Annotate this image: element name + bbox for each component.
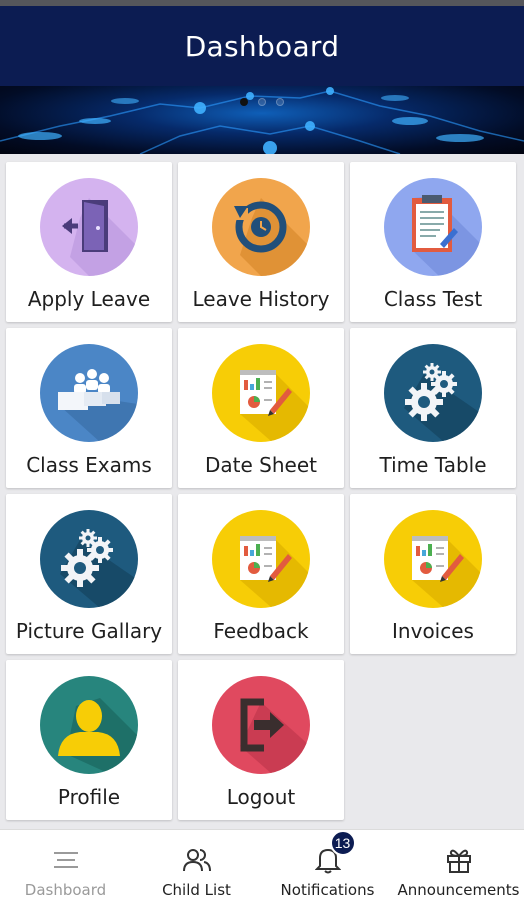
tile-label: Leave History (192, 287, 330, 311)
nav-label: Announcements (397, 881, 520, 899)
door-exit-icon (40, 178, 138, 276)
apply-leave-tile[interactable]: Apply Leave (6, 162, 172, 322)
carousel-dot[interactable] (240, 98, 248, 106)
class-exams-tile[interactable]: Class Exams (6, 328, 172, 488)
tile-label: Picture Gallary (15, 619, 163, 643)
logout-icon (212, 676, 310, 774)
banner-image (0, 87, 524, 154)
carousel-dot[interactable] (276, 98, 284, 106)
history-icon (212, 178, 310, 276)
nav-dashboard[interactable]: Dashboard (0, 830, 131, 900)
class-test-tile[interactable]: Class Test (350, 162, 516, 322)
carousel-dot[interactable] (258, 98, 266, 106)
report-icon (384, 510, 482, 608)
classroom-icon (40, 344, 138, 442)
picture-gallary-tile[interactable]: Picture Gallary (6, 494, 172, 654)
clipboard-icon (384, 178, 482, 276)
banner-carousel[interactable] (0, 86, 524, 154)
tile-label: Profile (57, 785, 121, 809)
time-table-tile[interactable]: Time Table (350, 328, 516, 488)
logout-tile[interactable]: Logout (178, 660, 344, 820)
gift-icon (445, 845, 473, 875)
page-title: Dashboard (184, 29, 340, 63)
report-icon (212, 510, 310, 608)
notification-badge: 13 (329, 830, 356, 856)
date-sheet-tile[interactable]: Date Sheet (178, 328, 344, 488)
carousel-indicators (240, 98, 284, 106)
tile-label: Invoices (392, 619, 474, 643)
profile-tile[interactable]: Profile (6, 660, 172, 820)
nav-notifications[interactable]: 13 Notifications (262, 830, 393, 900)
feedback-tile[interactable]: Feedback (178, 494, 344, 654)
tile-label: Class Exams (26, 453, 152, 477)
nav-child-list[interactable]: Child List (131, 830, 262, 900)
tile-label: Time Table (379, 453, 487, 477)
tile-label: Logout (226, 785, 296, 809)
app-bar: Dashboard (0, 6, 524, 86)
nav-label: Notifications (280, 881, 375, 899)
nav-announcements[interactable]: Announcements (393, 830, 524, 900)
leave-history-tile[interactable]: Leave History (178, 162, 344, 322)
report-icon (212, 344, 310, 442)
tile-label: Class Test (383, 287, 483, 311)
users-icon (182, 845, 212, 875)
gears-icon (384, 344, 482, 442)
menu-lines-icon (53, 845, 79, 875)
tile-label: Feedback (213, 619, 309, 643)
bottom-navigation: Dashboard Child List 13 Notifications An… (0, 829, 524, 900)
dashboard-grid: Apply Leave Leave History Class Test Cla… (6, 162, 519, 820)
gears-icon (40, 510, 138, 608)
tile-label: Apply Leave (27, 287, 151, 311)
nav-label: Dashboard (24, 881, 107, 899)
tile-label: Date Sheet (205, 453, 317, 477)
user-icon (40, 676, 138, 774)
nav-label: Child List (162, 881, 231, 899)
invoices-tile[interactable]: Invoices (350, 494, 516, 654)
